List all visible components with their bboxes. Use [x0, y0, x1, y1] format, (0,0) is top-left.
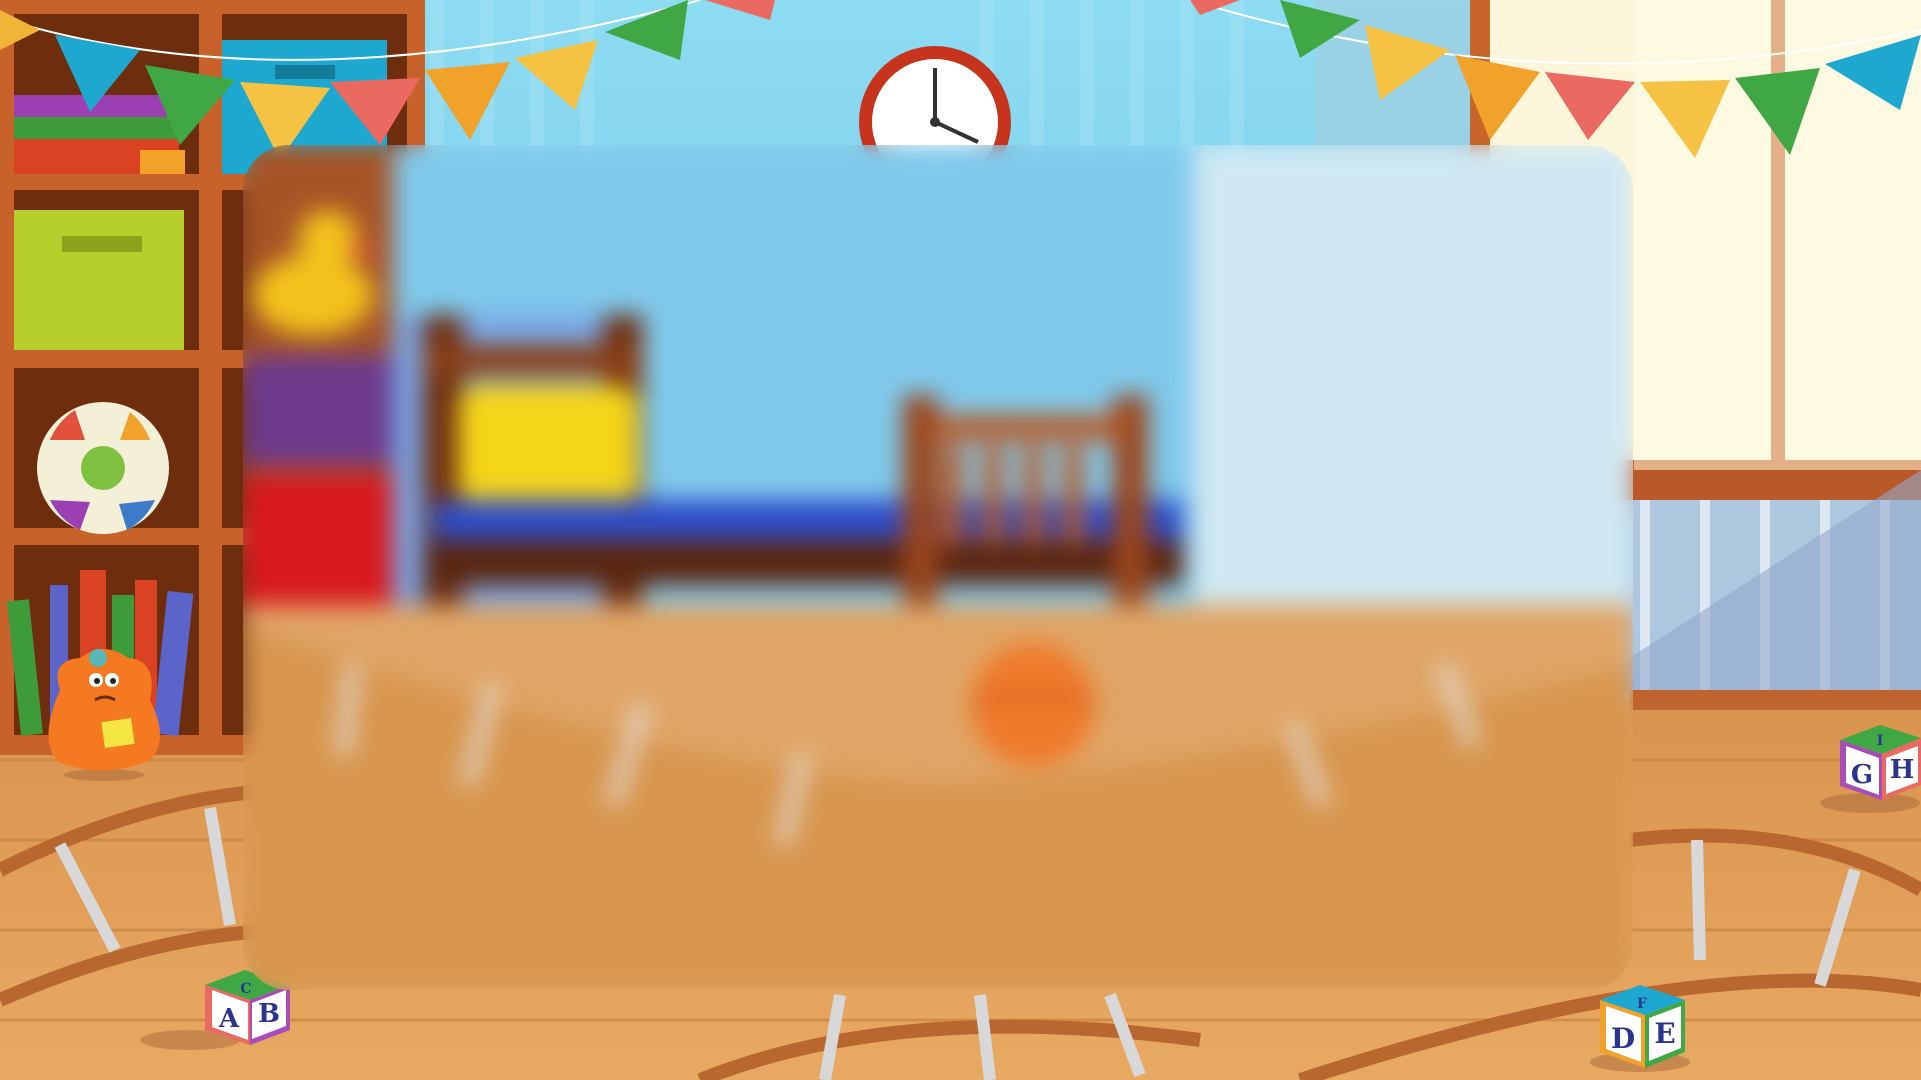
orange-fuzzy-character	[48, 649, 160, 781]
block-letter-e: E	[1654, 1017, 1675, 1050]
block-letter-f: F	[1637, 996, 1647, 1012]
soccer-ball-icon	[37, 402, 169, 534]
block-letter-a: A	[218, 1004, 240, 1034]
blurred-overlay-panel	[243, 145, 1633, 990]
basketball-icon	[971, 643, 1095, 767]
block-letter-g: G	[1851, 760, 1873, 790]
block-letter-b: B	[258, 999, 280, 1029]
block-letter-i: I	[1877, 733, 1884, 749]
block-letter-d: D	[1611, 1022, 1635, 1055]
block-letter-h: H	[1890, 755, 1915, 785]
